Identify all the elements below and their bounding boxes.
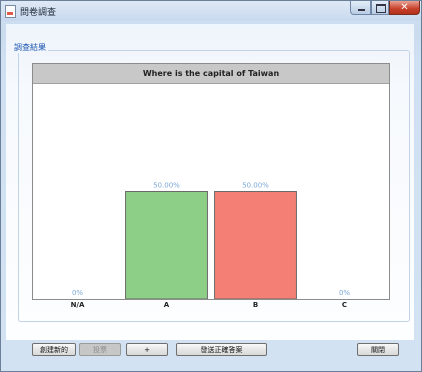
value-label: 0% xyxy=(339,289,350,297)
chart-plot: 0% 50.00% 50.00% 0% xyxy=(72,182,350,299)
bar-a xyxy=(125,191,208,299)
bar-b xyxy=(214,191,297,299)
category-label: N/A xyxy=(70,301,85,309)
value-label: 50.00% xyxy=(153,182,180,190)
close-icon: ✕ xyxy=(400,2,409,13)
title-bar[interactable]: 問卷調查 ✕ xyxy=(1,1,421,21)
close-button[interactable]: 關閉 xyxy=(357,343,399,356)
value-label: 0% xyxy=(72,289,83,297)
category-label: C xyxy=(341,301,348,309)
add-button[interactable]: + xyxy=(126,343,168,356)
maximize-button[interactable] xyxy=(371,1,389,15)
survey-chart: Where is the capital of Taiwan 0% 50.00% 5… xyxy=(32,63,390,300)
vote-button[interactable]: 投票 xyxy=(79,343,121,356)
results-group-label: 調查結果 xyxy=(12,42,48,53)
close-window-button[interactable]: ✕ xyxy=(389,1,420,15)
send-answer-button[interactable]: 發送正確答案 xyxy=(176,343,267,356)
create-new-button[interactable]: 創建新的 xyxy=(32,343,76,356)
category-label: A xyxy=(163,301,170,309)
category-label: B xyxy=(252,301,259,309)
minimize-button[interactable] xyxy=(350,1,371,15)
app-icon xyxy=(5,5,16,18)
window-title: 問卷調查 xyxy=(20,8,57,18)
value-label: 50.00% xyxy=(242,182,269,190)
